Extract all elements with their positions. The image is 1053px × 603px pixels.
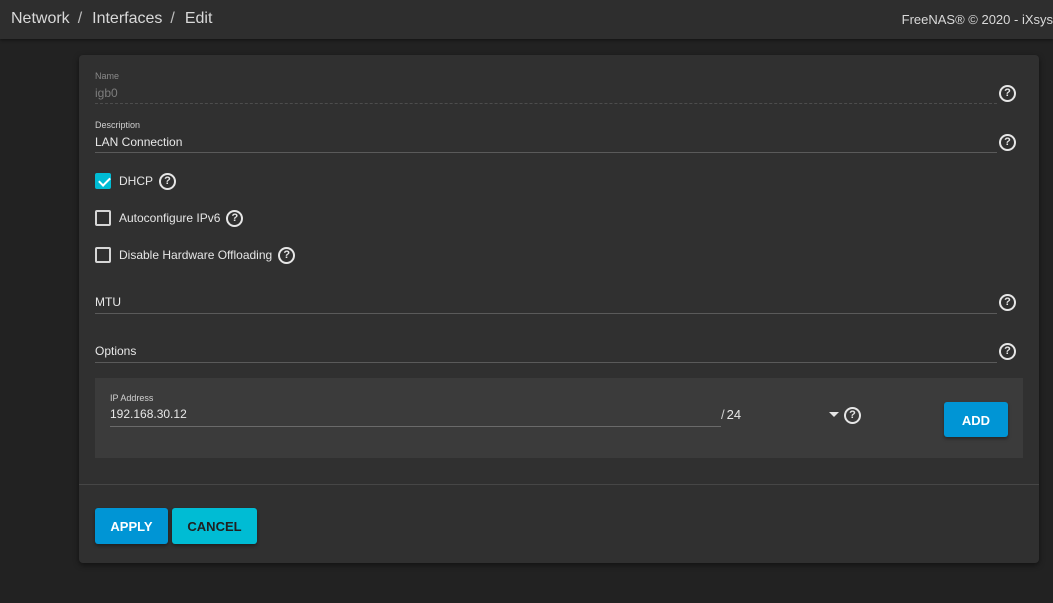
description-field[interactable]: Description LAN Connection [95,120,997,153]
ip-address-group: IP Address 192.168.30.12 /24 ? ADD [95,378,1023,458]
autoconfigure-ipv6-checkbox[interactable] [95,210,111,226]
ip-address-label: IP Address [110,393,154,403]
breadcrumb: Network / Interfaces / Edit [11,10,212,28]
description-help-icon[interactable]: ? [999,134,1016,151]
copyright-text: FreeNAS® © 2020 - iXsys [901,12,1053,27]
netmask-value[interactable]: 24 [727,407,741,422]
mtu-field[interactable]: MTU [95,291,997,314]
netmask-select[interactable]: /24 [721,407,741,422]
apply-button[interactable]: APPLY [95,508,168,544]
name-field: Name igb0 [95,71,997,104]
dhcp-help-icon[interactable]: ? [159,172,177,190]
breadcrumb-network[interactable]: Network [11,10,70,27]
mtu-help-icon[interactable]: ? [999,294,1016,311]
autoconfigure-ipv6-row: Autoconfigure IPv6 ? [95,209,244,227]
description-value[interactable]: LAN Connection [95,135,182,149]
options-field[interactable]: Options [95,340,997,363]
disable-hw-offloading-row: Disable Hardware Offloading ? [95,246,296,264]
dhcp-row: DHCP ? [95,172,177,190]
cancel-button[interactable]: CANCEL [172,508,257,544]
interface-edit-form: Name igb0 ? Description LAN Connection ?… [79,55,1039,563]
dhcp-label[interactable]: DHCP [119,174,153,188]
netmask-slash: / [721,407,725,422]
caret-down-icon[interactable] [829,412,839,417]
autoconfigure-ipv6-label[interactable]: Autoconfigure IPv6 [119,211,220,225]
breadcrumb-separator: / [170,10,175,27]
dhcp-checkbox[interactable] [95,173,111,189]
top-bar: Network / Interfaces / Edit FreeNAS® © 2020 … [0,0,1053,39]
options-help-icon[interactable]: ? [999,343,1016,360]
name-help-icon[interactable]: ? [999,85,1016,102]
autoconfigure-ipv6-help-icon[interactable]: ? [226,209,244,227]
description-label: Description [95,120,141,130]
disable-hw-offloading-label[interactable]: Disable Hardware Offloading [119,248,272,262]
breadcrumb-edit: Edit [184,10,213,27]
ip-address-field[interactable]: IP Address 192.168.30.12 [110,393,721,427]
disable-hw-offloading-checkbox[interactable] [95,247,111,263]
ip-address-value[interactable]: 192.168.30.12 [110,407,187,421]
breadcrumb-interfaces[interactable]: Interfaces [92,10,162,27]
name-value: igb0 [95,86,118,100]
divider [79,484,1039,485]
options-label: Options [95,344,137,358]
mtu-label: MTU [95,295,121,309]
ip-address-help-icon[interactable]: ? [844,407,861,424]
add-button[interactable]: ADD [944,402,1008,437]
disable-hw-offloading-help-icon[interactable]: ? [278,246,296,264]
name-label: Name [95,71,120,81]
breadcrumb-separator: / [77,10,83,27]
